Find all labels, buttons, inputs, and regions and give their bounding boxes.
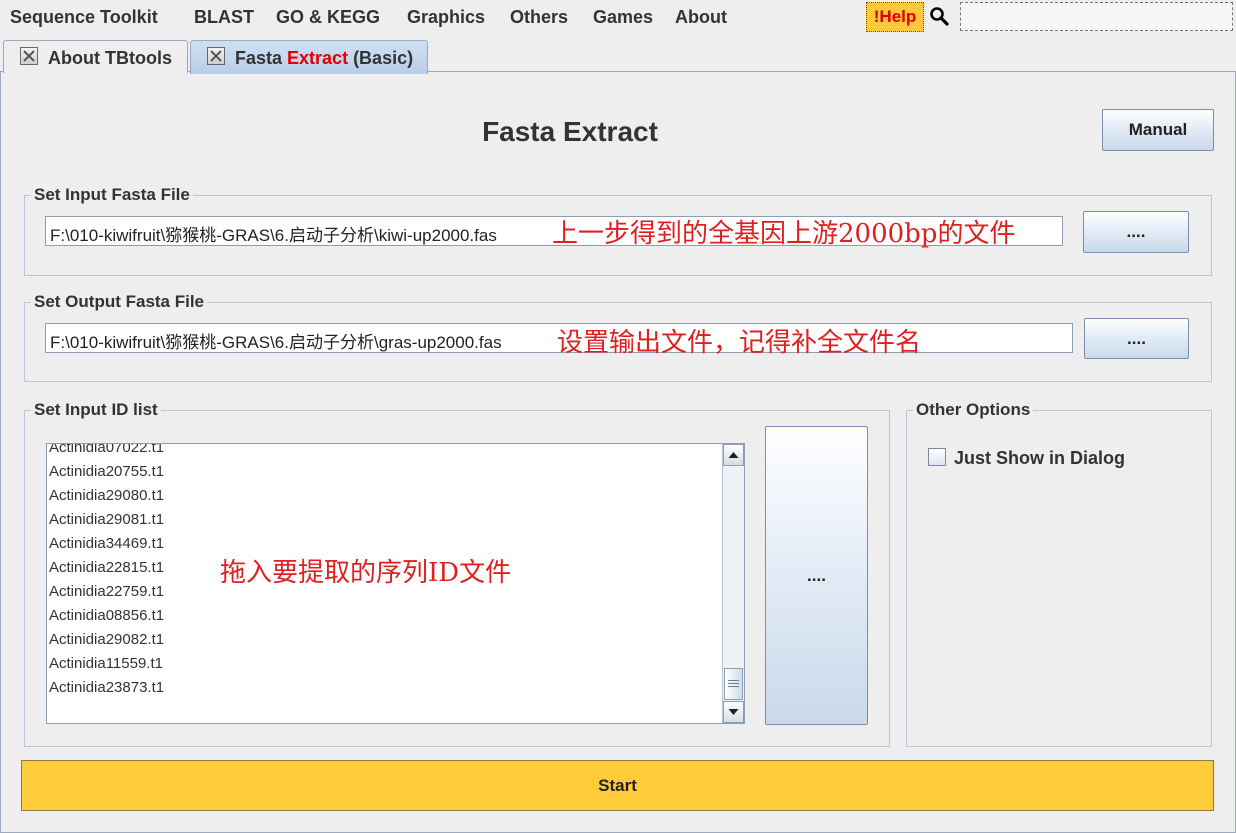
list-item[interactable]: Actinidia23873.t1	[49, 676, 719, 700]
page-title: Fasta Extract	[482, 116, 658, 147]
output-annotation: 设置输出文件，记得补全文件名	[557, 328, 922, 358]
menu-others[interactable]: Others	[510, 7, 568, 28]
tab-label: About TBtools	[48, 48, 172, 68]
input-browse-button[interactable]: ....	[1083, 211, 1189, 253]
menu-about[interactable]: About	[675, 7, 727, 28]
list-item[interactable]: Actinidia20755.t1	[49, 460, 719, 484]
id-list-browse-button[interactable]: ....	[765, 426, 868, 725]
tab-strip: About TBtools Fasta Extract (Basic)	[0, 36, 1236, 74]
menu-blast[interactable]: BLAST	[194, 7, 254, 28]
list-item[interactable]: Actinidia08856.t1	[49, 604, 719, 628]
menu-graphics[interactable]: Graphics	[407, 7, 485, 28]
just-show-checkbox[interactable]	[928, 448, 946, 466]
list-item[interactable]: Actinidia11559.t1	[49, 652, 719, 676]
close-icon[interactable]	[20, 47, 38, 65]
scroll-thumb[interactable]	[724, 668, 743, 700]
vertical-scrollbar[interactable]	[722, 444, 744, 723]
arrow-down-icon	[728, 709, 739, 715]
menu-sequence-toolkit[interactable]: Sequence Toolkit	[10, 7, 158, 28]
group-title: Set Input Fasta File	[31, 185, 193, 205]
list-item[interactable]: Actinidia29082.t1	[49, 628, 719, 652]
tab-about-tbtools[interactable]: About TBtools	[3, 40, 188, 73]
list-item[interactable]: Actinidia29080.t1	[49, 484, 719, 508]
group-title: Set Input ID list	[31, 400, 161, 420]
list-item[interactable]: Actinidia29081.t1	[49, 508, 719, 532]
start-button[interactable]: Start	[21, 760, 1214, 811]
search-input[interactable]	[960, 2, 1233, 31]
tab-label-part: (Basic)	[348, 48, 414, 68]
tab-fasta-extract[interactable]: Fasta Extract (Basic)	[190, 40, 428, 74]
menu-go-kegg[interactable]: GO & KEGG	[276, 7, 380, 28]
help-button[interactable]: !Help	[866, 2, 924, 32]
just-show-label[interactable]: Just Show in Dialog	[954, 448, 1125, 469]
id-list-annotation: 拖入要提取的序列ID文件	[220, 558, 512, 588]
list-item[interactable]: Actinidia07022.t1	[49, 444, 719, 460]
scroll-down-button[interactable]	[723, 701, 744, 723]
scroll-up-button[interactable]	[723, 444, 744, 466]
menu-bar: Sequence Toolkit BLAST GO & KEGG Graphic…	[0, 0, 1236, 36]
output-browse-button[interactable]: ....	[1084, 318, 1189, 359]
menu-games[interactable]: Games	[593, 7, 653, 28]
group-title: Other Options	[913, 400, 1034, 420]
search-icon[interactable]	[929, 6, 951, 28]
close-icon[interactable]	[207, 47, 225, 65]
tab-label-part: Fasta	[235, 48, 288, 68]
input-annotation: 上一步得到的全基因上游2000bp的文件	[552, 219, 1016, 249]
group-title: Set Output Fasta File	[31, 292, 208, 312]
manual-button[interactable]: Manual	[1102, 109, 1214, 151]
tab-label-highlight: Extract	[287, 48, 349, 68]
arrow-up-icon	[728, 452, 739, 458]
